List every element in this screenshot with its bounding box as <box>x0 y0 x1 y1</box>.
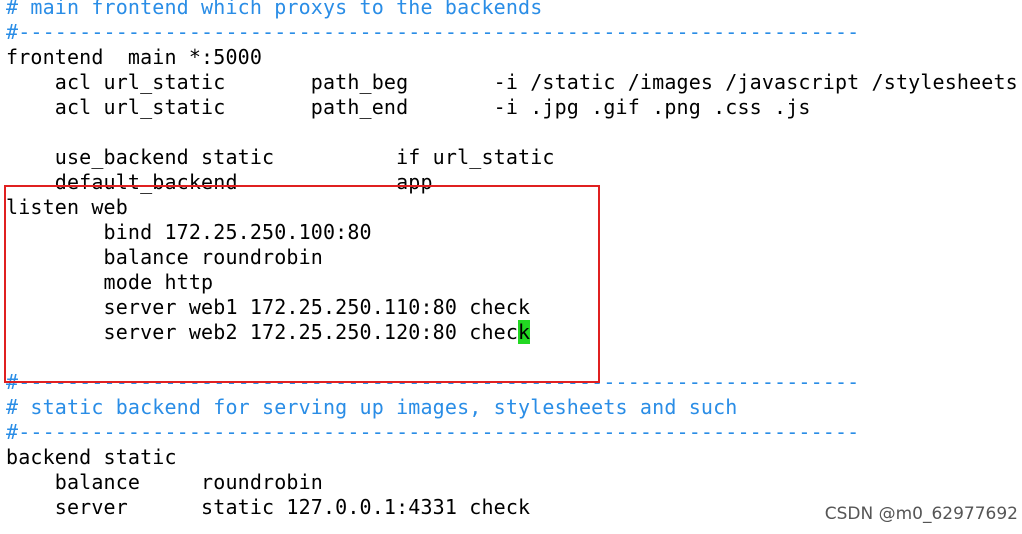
code-line: mode http <box>6 270 214 294</box>
code-line-separator: #---------------------------------------… <box>6 370 860 394</box>
csdn-watermark: CSDN @m0_62977692 <box>824 504 1018 524</box>
code-line: backend static <box>6 445 177 469</box>
code-line-separator: #---------------------------------------… <box>6 20 860 44</box>
code-line: listen web <box>6 195 128 219</box>
code-line: acl url_static path_end -i .jpg .gif .pn… <box>6 95 811 119</box>
code-line-comment: # main frontend which proxys to the back… <box>6 0 543 19</box>
code-line: balance roundrobin <box>6 245 323 269</box>
code-line-comment: # static backend for serving up images, … <box>6 395 738 419</box>
code-line: bind 172.25.250.100:80 <box>6 220 372 244</box>
code-line: use_backend static if url_static <box>6 145 555 169</box>
code-line: server static 127.0.0.1:4331 check <box>6 495 531 519</box>
text-cursor: k <box>518 320 531 344</box>
code-line-separator: #---------------------------------------… <box>6 420 860 444</box>
code-line: balance roundrobin <box>6 470 323 494</box>
code-line: default_backend app <box>6 170 433 194</box>
code-line-cursor: server web2 172.25.250.120:80 check <box>6 320 531 345</box>
code-line: frontend main *:5000 <box>6 45 263 69</box>
cursor-line-text: server web2 172.25.250.120:80 chec <box>6 320 519 344</box>
code-line: server web1 172.25.250.110:80 check <box>6 295 531 319</box>
terminal-editor[interactable]: # main frontend which proxys to the back… <box>0 0 1022 534</box>
code-line: acl url_static path_beg -i /static /imag… <box>6 70 1018 94</box>
